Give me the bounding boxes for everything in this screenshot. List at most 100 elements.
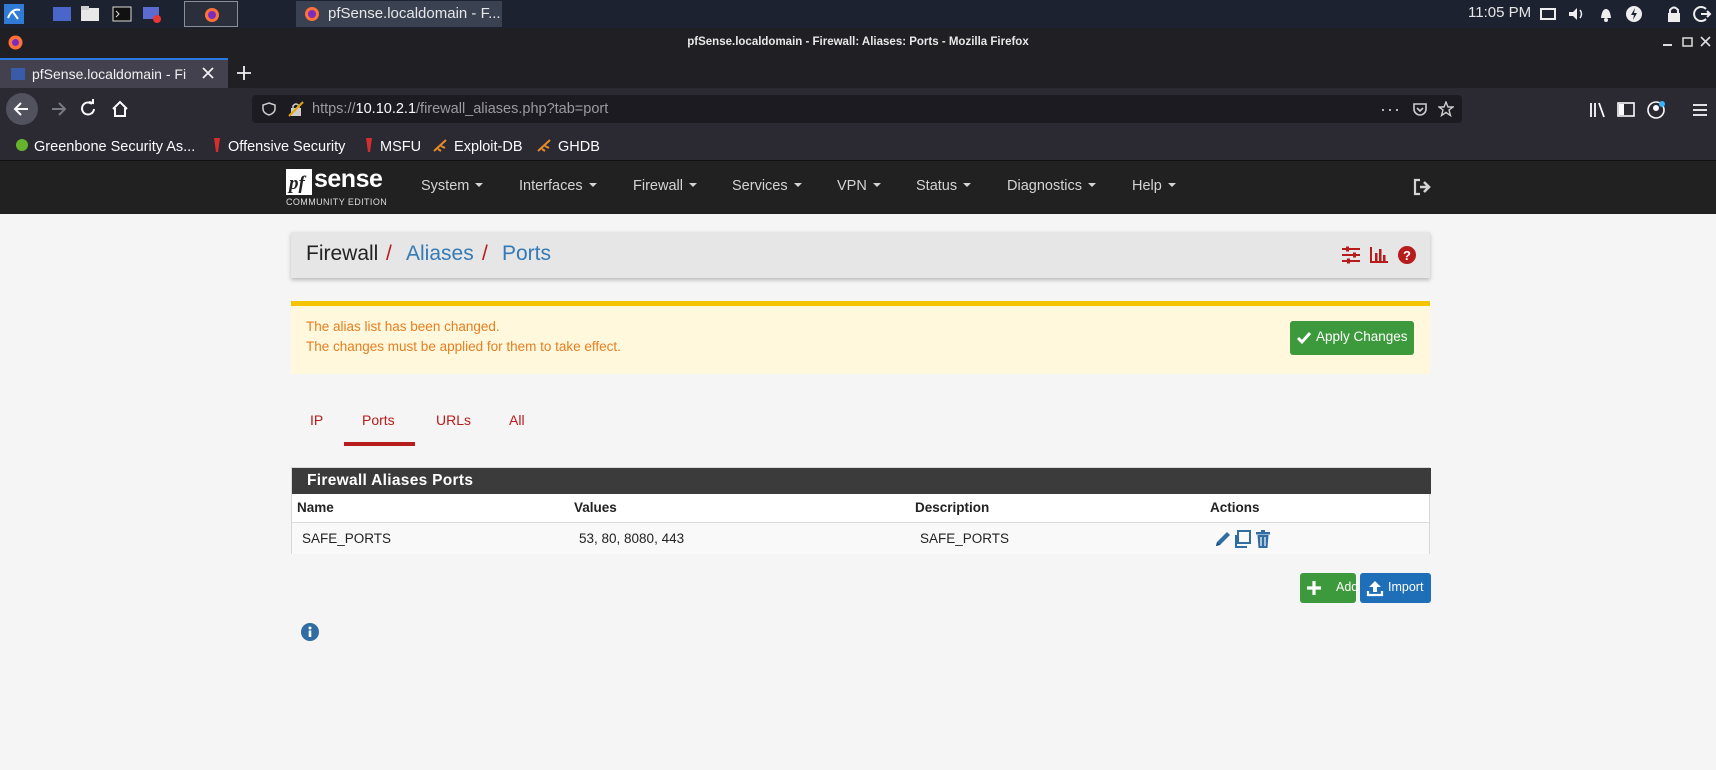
minimize-button[interactable] <box>1660 32 1676 52</box>
close-window-button[interactable] <box>1698 32 1714 52</box>
taskbar-window-item[interactable]: pfSense.localdomain - F... <box>296 1 502 27</box>
account-icon[interactable] <box>1646 100 1666 120</box>
column-header-actions: Actions <box>1210 500 1260 515</box>
maximize-button[interactable] <box>1680 32 1696 52</box>
copy-icon[interactable] <box>1233 529 1253 549</box>
bookmark-star-icon[interactable] <box>1438 101 1454 117</box>
browser-title-bar: pfSense.localdomain - Firewall: Aliases:… <box>0 28 1716 58</box>
firefox-icon <box>305 7 319 21</box>
column-header-values[interactable]: Values <box>574 500 617 515</box>
tab-strip: pfSense.localdomain - Fi <box>0 58 1716 88</box>
info-icon[interactable] <box>301 623 319 641</box>
column-header-name[interactable]: Name <box>297 500 334 515</box>
table-row[interactable]: SAFE_PORTS 53, 80, 8080, 443 SAFE_PORTS <box>292 522 1429 554</box>
insecure-lock-icon[interactable] <box>288 101 304 117</box>
apply-changes-button[interactable]: Apply Changes <box>1290 321 1414 355</box>
taskbar-firefox-button[interactable] <box>184 1 238 27</box>
delete-trash-icon[interactable] <box>1253 529 1273 549</box>
workspace-switcher-icon[interactable] <box>52 4 72 24</box>
app-menu-icon[interactable] <box>1690 100 1710 120</box>
pfsense-navbar: pf sense COMMUNITY EDITION System Interf… <box>0 161 1716 214</box>
bookmark-ghdb[interactable]: GHDB <box>536 137 600 155</box>
menu-help[interactable]: Help <box>1132 178 1176 194</box>
kali-menu-icon[interactable] <box>4 4 24 24</box>
clock[interactable]: 11:05 PM <box>1468 0 1531 26</box>
help-icon[interactable]: ? <box>1397 245 1417 265</box>
menu-interfaces[interactable]: Interfaces <box>519 178 597 194</box>
import-alias-button[interactable]: Import <box>1360 573 1431 603</box>
logout-icon[interactable] <box>1412 177 1432 197</box>
plus-icon <box>1307 581 1321 595</box>
volume-icon[interactable] <box>1566 4 1586 24</box>
active-tab-indicator <box>344 442 415 446</box>
status-chart-icon[interactable] <box>1369 245 1389 265</box>
page-content: Firewall / Aliases / Ports ? The alias l… <box>0 214 1716 770</box>
breadcrumb: Firewall / Aliases / Ports ? <box>291 232 1430 278</box>
upload-icon <box>1366 581 1384 597</box>
url-scheme: https:// <box>312 101 356 117</box>
pfsense-logo[interactable]: pf sense COMMUNITY EDITION <box>286 165 398 209</box>
back-button[interactable] <box>6 93 38 125</box>
menu-status[interactable]: Status <box>916 178 972 194</box>
menu-system[interactable]: System <box>421 178 484 194</box>
ghdb-icon <box>537 139 551 152</box>
lock-screen-icon[interactable] <box>1664 4 1684 24</box>
logout-icon[interactable] <box>1692 4 1712 24</box>
column-header-description[interactable]: Description <box>915 500 989 515</box>
aliases-panel: Firewall Aliases Ports Name Values Descr… <box>291 467 1431 554</box>
apply-changes-label: Apply Changes <box>1316 329 1408 344</box>
os-taskbar: pfSense.localdomain - F... 11:05 PM <box>0 0 1716 28</box>
forward-button[interactable] <box>42 93 74 125</box>
tab-all[interactable]: All <box>509 412 525 428</box>
menu-diagnostics[interactable]: Diagnostics <box>1007 178 1096 194</box>
bookmark-greenbone[interactable]: Greenbone Security As... <box>14 137 195 155</box>
library-icon[interactable] <box>1588 100 1608 120</box>
tab-title: pfSense.localdomain - Fi <box>32 66 187 82</box>
bookmark-exploit-db[interactable]: Exploit-DB <box>432 137 523 155</box>
import-label: Import <box>1388 580 1424 594</box>
tracking-shield-icon[interactable] <box>262 102 276 116</box>
notification-bell-icon[interactable] <box>1596 4 1616 24</box>
menu-vpn[interactable]: VPN <box>837 178 881 194</box>
check-icon <box>1296 332 1312 345</box>
home-button[interactable] <box>104 93 136 125</box>
file-manager-icon[interactable] <box>80 4 100 24</box>
add-label: Add <box>1336 580 1359 594</box>
address-bar[interactable]: https://10.10.2.1/firewall_aliases.php?t… <box>252 95 1462 123</box>
alias-name: SAFE_PORTS <box>302 531 392 546</box>
tab-ip[interactable]: IP <box>310 412 323 428</box>
menu-firewall[interactable]: Firewall <box>633 178 697 194</box>
edit-pencil-icon[interactable] <box>1213 529 1233 549</box>
greenbone-icon <box>16 139 28 151</box>
changes-alert: The alias list has been changed. The cha… <box>291 301 1430 374</box>
firefox-icon <box>205 8 219 22</box>
breadcrumb-ports[interactable]: Ports <box>502 242 551 266</box>
menu-services[interactable]: Services <box>732 178 802 194</box>
bookmark-offensive-security[interactable]: Offensive Security <box>210 137 345 155</box>
close-tab-icon[interactable] <box>200 65 216 81</box>
navigation-toolbar: https://10.10.2.1/firewall_aliases.php?t… <box>0 88 1716 130</box>
svg-text:?: ? <box>1403 248 1411 263</box>
settings-sliders-icon[interactable] <box>1341 245 1361 265</box>
alias-description: SAFE_PORTS <box>920 531 1010 546</box>
terminal-icon[interactable] <box>112 4 132 24</box>
bookmark-label: GHDB <box>558 139 600 155</box>
breadcrumb-separator: / <box>386 242 392 265</box>
logo-subtitle: COMMUNITY EDITION <box>286 197 388 207</box>
page-actions-icon[interactable]: ··· <box>1380 95 1401 123</box>
breadcrumb-aliases[interactable]: Aliases <box>406 242 474 266</box>
display-icon[interactable] <box>1538 4 1558 24</box>
new-tab-button[interactable] <box>234 63 254 83</box>
add-alias-button[interactable]: Add <box>1300 573 1359 603</box>
browser-tab-active[interactable]: pfSense.localdomain - Fi <box>0 58 228 88</box>
bookmark-label: Exploit-DB <box>454 139 523 155</box>
panel-title: Firewall Aliases Ports <box>292 468 1431 494</box>
reload-button[interactable] <box>72 93 104 125</box>
tab-ports[interactable]: Ports <box>362 412 395 428</box>
bookmark-msfu[interactable]: MSFU <box>362 137 421 155</box>
power-manager-icon[interactable] <box>1624 4 1644 24</box>
sidebar-icon[interactable] <box>1616 100 1636 120</box>
screen-recorder-icon[interactable] <box>142 4 162 24</box>
tab-urls[interactable]: URLs <box>436 412 471 428</box>
pocket-icon[interactable] <box>1412 101 1428 117</box>
